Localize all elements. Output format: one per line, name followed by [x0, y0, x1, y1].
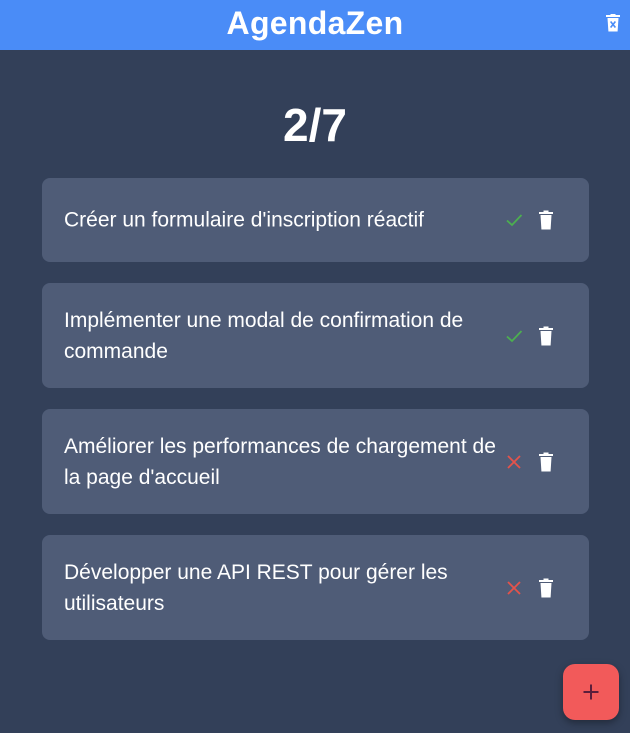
header-bar: AgendaZen — [0, 0, 630, 50]
trash-icon — [539, 452, 553, 471]
x-icon[interactable] — [505, 579, 523, 597]
delete-task-button[interactable] — [539, 326, 553, 345]
check-icon[interactable] — [505, 327, 523, 345]
progress-counter: 2/7 — [283, 99, 347, 151]
trash-x-icon — [606, 14, 620, 32]
task-text: Améliorer les performances de chargement… — [64, 434, 496, 489]
delete-task-button[interactable] — [539, 578, 553, 597]
add-task-button[interactable] — [563, 664, 619, 720]
app-root: AgendaZen 2/7 Créer un formulaire d'insc… — [0, 0, 630, 733]
clear-all-button[interactable] — [606, 14, 620, 32]
task-list: Créer un formulaire d'inscription réacti… — [42, 178, 589, 661]
app-title: AgendaZen — [226, 4, 404, 41]
task-item: Améliorer les performances de chargement… — [42, 409, 589, 514]
plus-icon — [583, 684, 599, 700]
delete-task-button[interactable] — [539, 452, 553, 471]
task-item: Implémenter une modal de confirmation de… — [42, 283, 589, 388]
trash-icon — [539, 578, 553, 597]
task-item: Développer une API REST pour gérer les u… — [42, 535, 589, 640]
task-text: Développer une API REST pour gérer les u… — [64, 560, 448, 615]
trash-icon — [539, 210, 553, 230]
task-item: Créer un formulaire d'inscription réacti… — [42, 178, 589, 262]
task-text: Implémenter une modal de confirmation de… — [64, 308, 464, 363]
check-icon[interactable] — [505, 211, 523, 229]
x-icon[interactable] — [505, 453, 523, 471]
task-text: Créer un formulaire d'inscription réacti… — [64, 208, 424, 232]
delete-task-button[interactable] — [539, 210, 553, 230]
trash-icon — [539, 326, 553, 345]
